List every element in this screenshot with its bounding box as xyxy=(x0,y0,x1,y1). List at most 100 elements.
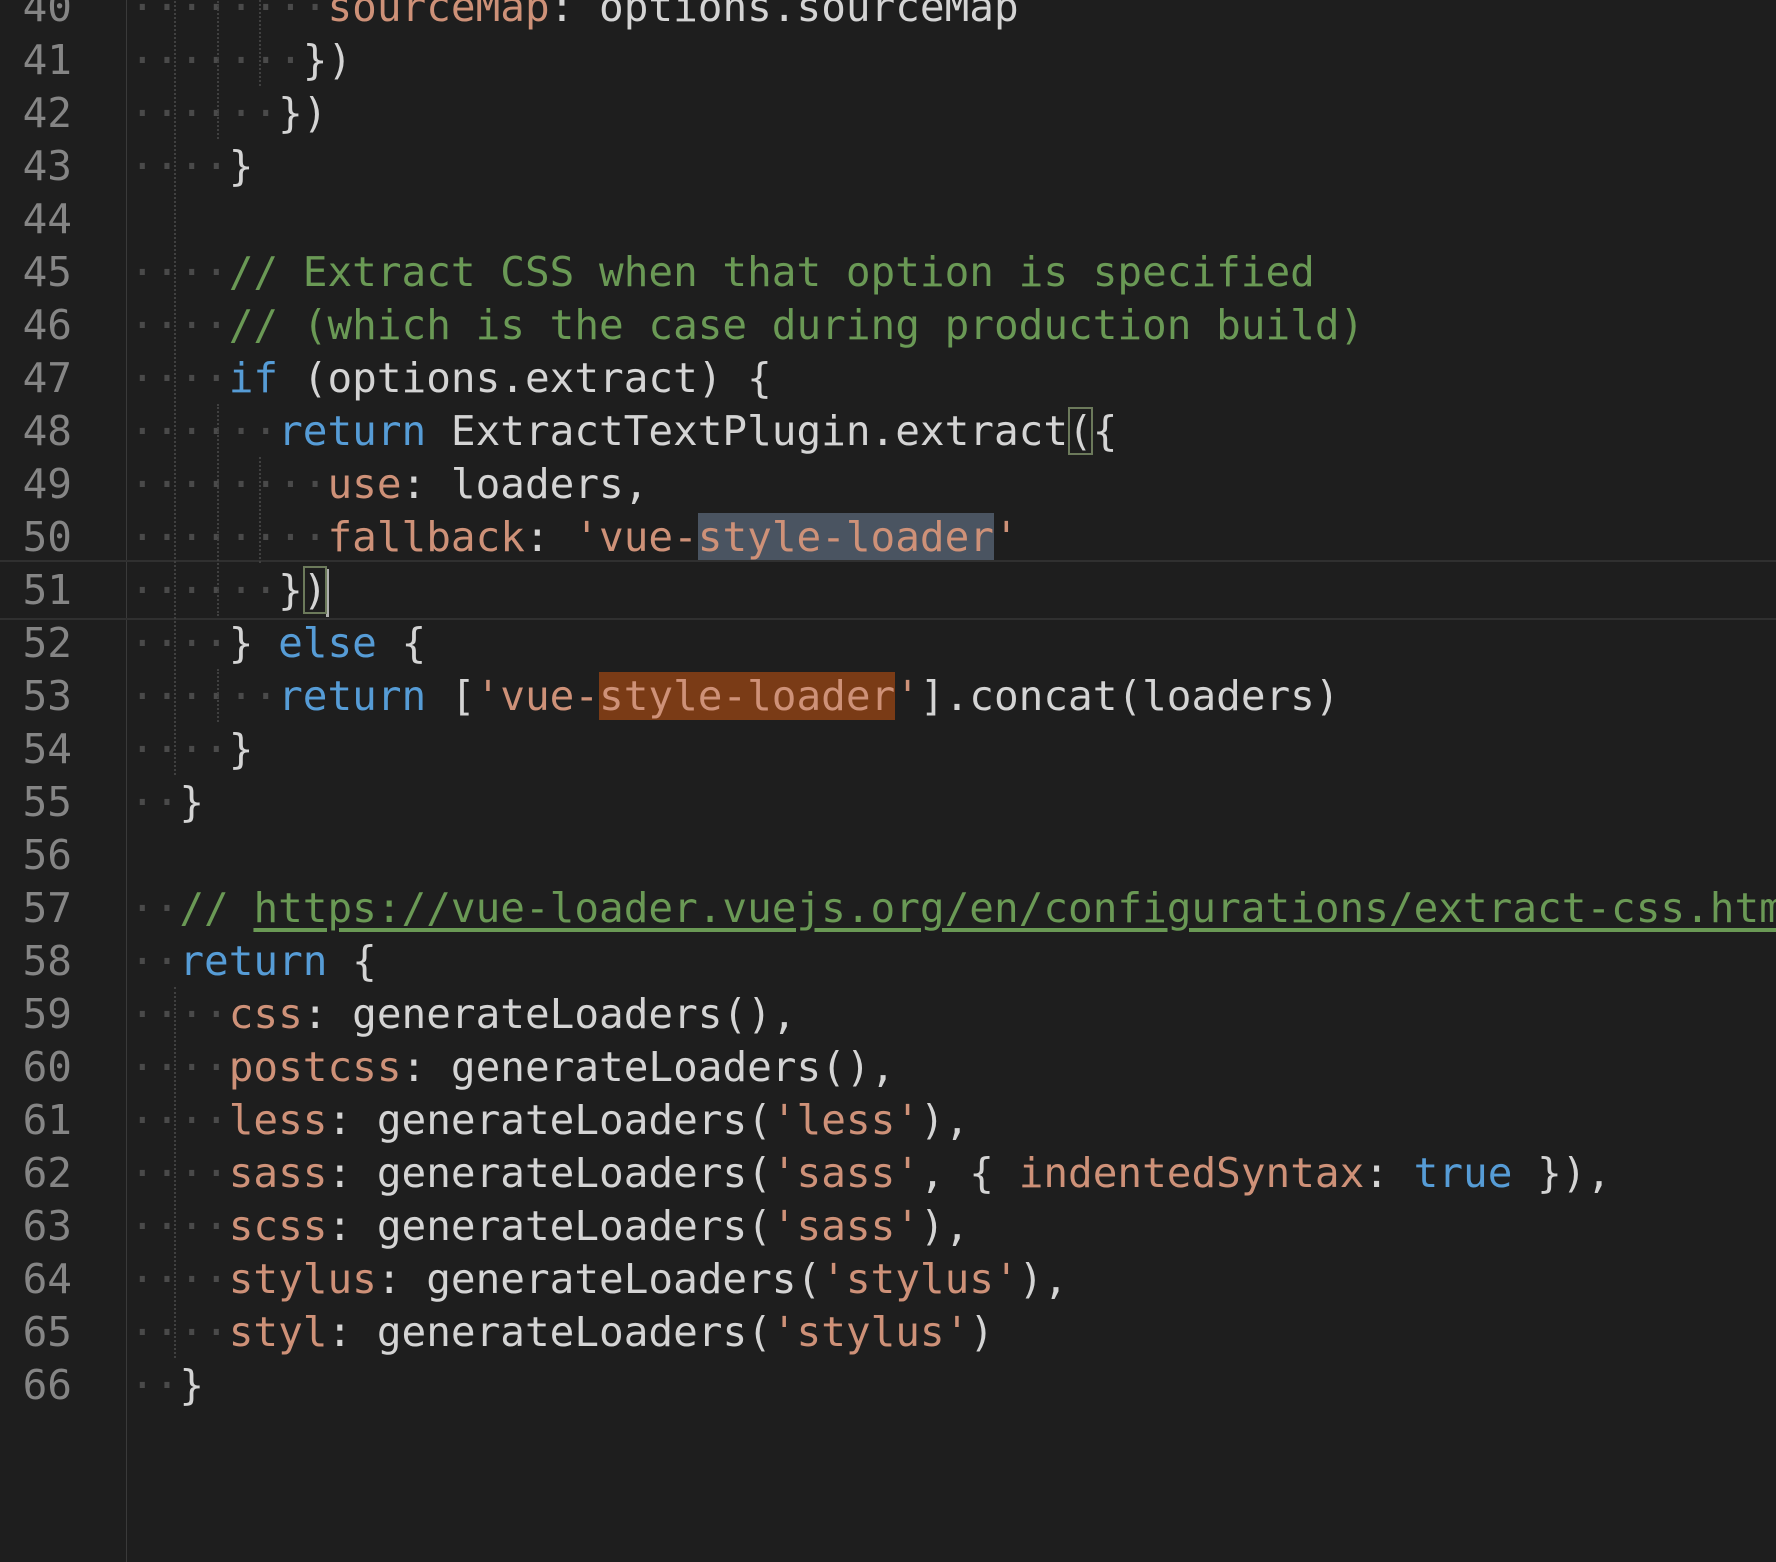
code-line[interactable]: 55 ··} xyxy=(0,772,1776,832)
line-number: 45 xyxy=(22,248,72,296)
code-editor[interactable]: 40 ········sourceMap: options.sourceMap 41… xyxy=(0,0,1776,1562)
code-token: true xyxy=(1413,1149,1513,1197)
code-line[interactable]: 48 ······return ExtractTextPlugin.extract… xyxy=(0,401,1776,461)
code-line[interactable]: 45 ····// Extract CSS when that option is… xyxy=(0,242,1776,302)
line-number: 66 xyxy=(22,1361,72,1409)
code-line[interactable]: 59 ····css: generateLoaders(), xyxy=(0,984,1776,1044)
code-token: styl xyxy=(228,1308,328,1356)
code-text[interactable]: ····postcss: generateLoaders(), xyxy=(130,1037,895,1097)
code-line[interactable]: 44 xyxy=(0,189,1776,249)
code-token: // xyxy=(179,884,254,932)
indent-whitespace: ·· xyxy=(130,937,180,985)
code-token: // (which is the case during production … xyxy=(228,301,1365,349)
indent-whitespace: ···· xyxy=(130,1043,229,1091)
indent-whitespace: ········ xyxy=(130,0,328,31)
code-token: https://vue-loader.vuejs.org/en/configur… xyxy=(253,884,1776,932)
indent-whitespace: ······ xyxy=(130,566,279,614)
code-token: 'sass' xyxy=(771,1202,920,1250)
code-token: ), xyxy=(1018,1255,1069,1303)
code-token: : xyxy=(1364,1149,1414,1197)
code-line[interactable]: 53 ······return ['vue-style-loader'].conc… xyxy=(0,666,1776,726)
code-line[interactable]: 62 ····sass: generateLoaders('sass', { in… xyxy=(0,1143,1776,1203)
code-line[interactable]: 47 ····if (options.extract) { xyxy=(0,348,1776,408)
code-text[interactable]: ····scss: generateLoaders('sass'), xyxy=(130,1196,969,1256)
code-token: style-loader xyxy=(599,672,896,720)
code-token: : generateLoaders(), xyxy=(302,990,797,1038)
code-text[interactable]: ······}) xyxy=(130,562,330,618)
code-line[interactable]: 57 ··// https://vue-loader.vuejs.org/en/c… xyxy=(0,878,1776,938)
code-line[interactable]: 61 ····less: generateLoaders('less'), xyxy=(0,1090,1776,1150)
code-text[interactable]: ····styl: generateLoaders('stylus') xyxy=(130,1302,994,1362)
code-text[interactable]: ····less: generateLoaders('less'), xyxy=(130,1090,969,1150)
code-line[interactable]: 63 ····scss: generateLoaders('sass'), xyxy=(0,1196,1776,1256)
indent-whitespace: ········ xyxy=(130,460,328,508)
code-token: : xyxy=(524,513,575,561)
code-line[interactable]: 66 ··} xyxy=(0,1355,1776,1415)
code-token: 'stylus' xyxy=(771,1308,970,1356)
code-line[interactable]: 64 ····stylus: generateLoaders('stylus'), xyxy=(0,1249,1776,1309)
code-token: indentedSyntax xyxy=(1018,1149,1365,1197)
indent-guide xyxy=(259,457,262,563)
line-number: 50 xyxy=(22,513,72,561)
code-text[interactable]: ·······}) xyxy=(130,30,352,90)
code-line[interactable]: 51 ······}) xyxy=(0,560,1776,620)
code-line[interactable]: 50 ········fallback: 'vue-style-loader' xyxy=(0,507,1776,567)
code-token: { xyxy=(1092,407,1118,455)
code-text[interactable]: ··return { xyxy=(130,931,377,991)
code-text[interactable]: ······return ['vue-style-loader'].concat… xyxy=(130,666,1340,726)
code-text[interactable]: ····} xyxy=(130,136,253,196)
indent-guide xyxy=(174,0,177,775)
code-line[interactable]: 43 ····} xyxy=(0,136,1776,196)
code-line[interactable]: 52 ····} else { xyxy=(0,613,1776,673)
code-text[interactable]: ····} xyxy=(130,719,253,779)
code-line[interactable]: 49 ········use: loaders, xyxy=(0,454,1776,514)
code-text[interactable]: ····css: generateLoaders(), xyxy=(130,984,797,1044)
indent-whitespace: ···· xyxy=(130,1096,229,1144)
line-number: 56 xyxy=(22,831,72,879)
code-token: }) xyxy=(278,89,328,137)
code-line[interactable]: 65 ····styl: generateLoaders('stylus') xyxy=(0,1302,1776,1362)
line-number: 61 xyxy=(22,1096,72,1144)
code-text[interactable]: ····sass: generateLoaders('sass', { inde… xyxy=(130,1143,1611,1203)
code-token: ExtractTextPlugin.extract xyxy=(426,407,1069,455)
indent-whitespace: ·· xyxy=(130,778,180,826)
code-text[interactable]: ········fallback: 'vue-style-loader' xyxy=(130,507,1019,567)
code-token: else xyxy=(278,619,377,667)
code-token: { xyxy=(376,619,427,667)
code-token: 'sass' xyxy=(771,1149,920,1197)
indent-whitespace: ······ xyxy=(130,407,279,455)
code-line[interactable]: 54 ····} xyxy=(0,719,1776,779)
code-token: style-loader xyxy=(697,513,994,561)
code-line[interactable]: 41 ·······}) xyxy=(0,30,1776,90)
line-number: 48 xyxy=(22,407,72,455)
code-text[interactable]: ······return ExtractTextPlugin.extract({ xyxy=(130,401,1117,461)
code-token: } xyxy=(179,1361,205,1409)
code-token: : generateLoaders( xyxy=(376,1255,822,1303)
code-token: return xyxy=(278,672,427,720)
code-line[interactable]: 58 ··return { xyxy=(0,931,1776,991)
code-text[interactable]: ····if (options.extract) { xyxy=(130,348,772,408)
code-text[interactable]: ··} xyxy=(130,1355,204,1415)
code-text[interactable]: ········use: loaders, xyxy=(130,454,648,514)
code-token: postcss xyxy=(228,1043,402,1091)
code-token: { xyxy=(327,937,377,985)
code-line[interactable]: 60 ····postcss: generateLoaders(), xyxy=(0,1037,1776,1097)
line-number: 63 xyxy=(22,1202,72,1250)
code-token: ) xyxy=(969,1308,994,1356)
code-text[interactable]: ····// (which is the case during product… xyxy=(130,295,1364,355)
code-line[interactable]: 42 ······}) xyxy=(0,83,1776,143)
line-number: 53 xyxy=(22,672,72,720)
code-token: 'less' xyxy=(771,1096,920,1144)
code-text[interactable]: ····stylus: generateLoaders('stylus'), xyxy=(130,1249,1068,1309)
code-text[interactable]: ··} xyxy=(130,772,204,832)
code-text[interactable]: ··// https://vue-loader.vuejs.org/en/con… xyxy=(130,878,1776,938)
code-text[interactable]: ······}) xyxy=(130,83,327,143)
code-line[interactable]: 46 ····// (which is the case during produ… xyxy=(0,295,1776,355)
line-number: 64 xyxy=(22,1255,72,1303)
code-token: stylus xyxy=(228,1255,377,1303)
code-line[interactable]: 56 xyxy=(0,825,1776,885)
code-token: }) xyxy=(302,36,353,84)
code-text[interactable]: ····// Extract CSS when that option is s… xyxy=(130,242,1315,302)
indent-whitespace: ···· xyxy=(130,1202,229,1250)
code-token: } xyxy=(179,778,205,826)
